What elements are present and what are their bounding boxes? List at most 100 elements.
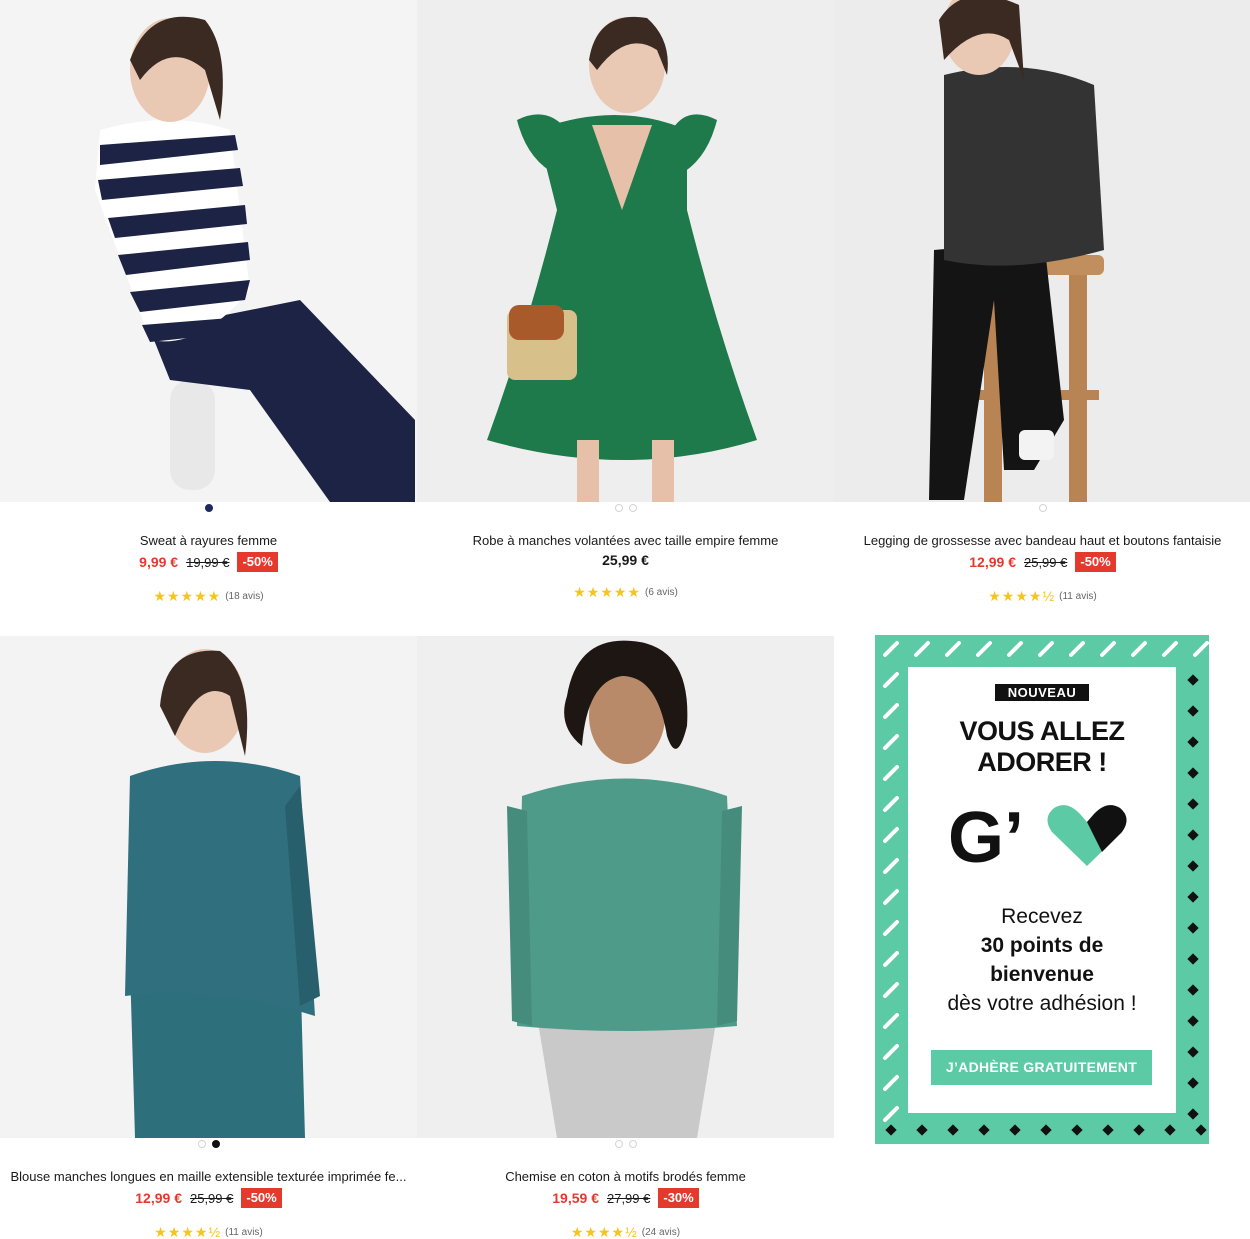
original-price: 27,99 € bbox=[606, 1190, 651, 1206]
carousel-dot[interactable] bbox=[628, 504, 637, 512]
original-price: 25,99 € bbox=[189, 1190, 234, 1206]
sale-price: 12,99 € bbox=[969, 554, 1016, 570]
image-carousel-dots[interactable] bbox=[0, 504, 417, 514]
pattern-dash bbox=[883, 672, 899, 688]
product-card-3[interactable]: Legging de grossesse avec bandeau haut e… bbox=[834, 0, 1250, 604]
new-tag: NOUVEAU bbox=[994, 684, 1090, 701]
star-rating-icon: ★★★★★ bbox=[153, 588, 222, 604]
carousel-dot[interactable] bbox=[211, 1140, 220, 1148]
rating-row: ★★★★½ (11 avis) bbox=[0, 1224, 417, 1239]
product-image-sweat[interactable] bbox=[0, 0, 417, 502]
image-carousel-dots[interactable] bbox=[834, 504, 1250, 514]
pattern-diamond bbox=[1133, 1124, 1145, 1136]
model-photo bbox=[0, 0, 417, 502]
image-carousel-dots[interactable] bbox=[417, 1140, 834, 1150]
pattern-dash bbox=[883, 889, 899, 905]
logo-text: G’ bbox=[948, 798, 1024, 876]
product-title[interactable]: Robe à manches volantées avec taille emp… bbox=[417, 533, 834, 548]
product-card-2[interactable]: Robe à manches volantées avec taille emp… bbox=[417, 0, 834, 600]
pattern-dash bbox=[883, 920, 899, 936]
rating-row: ★★★★★ (18 avis) bbox=[0, 588, 417, 605]
image-carousel-dots[interactable] bbox=[417, 504, 834, 514]
join-free-button[interactable]: J’ADHÈRE GRATUITEMENT bbox=[931, 1050, 1152, 1085]
pattern-diamond bbox=[885, 1124, 897, 1136]
star-rating-icon: ★★★★½ bbox=[988, 588, 1056, 604]
carousel-dot[interactable] bbox=[614, 1140, 623, 1148]
brand-logo-icon: G’ bbox=[948, 798, 1127, 878]
pattern-diamond bbox=[1164, 1124, 1176, 1136]
pattern-diamond bbox=[978, 1124, 990, 1136]
product-title[interactable]: Blouse manches longues en maille extensi… bbox=[0, 1169, 417, 1184]
discount-badge: -50% bbox=[241, 1188, 282, 1208]
model-photo bbox=[834, 0, 1250, 502]
promo-text-line: Recevez bbox=[1001, 905, 1083, 928]
price-row: 9,99 € 19,99 € -50% bbox=[0, 552, 417, 572]
review-count: (6 avis) bbox=[644, 587, 678, 598]
pattern-diamond bbox=[1187, 736, 1199, 748]
review-count: (11 avis) bbox=[225, 1227, 263, 1238]
carousel-dot[interactable] bbox=[204, 504, 213, 512]
product-title[interactable]: Sweat à rayures femme bbox=[0, 533, 417, 548]
pattern-dash bbox=[883, 1075, 899, 1091]
pattern-diamond bbox=[1187, 1077, 1199, 1089]
pattern-dash bbox=[883, 982, 899, 998]
pattern-diamond bbox=[1187, 922, 1199, 934]
discount-badge: -50% bbox=[1075, 552, 1116, 572]
product-card-1[interactable]: Sweat à rayures femme 9,99 € 19,99 € -50… bbox=[0, 0, 417, 604]
star-rating-icon: ★★★★★ bbox=[573, 584, 641, 600]
pattern-dash bbox=[883, 827, 899, 843]
price-row: 25,99 € bbox=[417, 550, 834, 570]
star-rating-icon: ★★★★½ bbox=[570, 1224, 638, 1239]
promo-text-line: bienvenue bbox=[990, 963, 1094, 986]
product-image-legging[interactable] bbox=[834, 0, 1250, 502]
discount-badge: -50% bbox=[237, 552, 278, 572]
rating-row: ★★★★★ (6 avis) bbox=[417, 584, 834, 601]
pattern-diamond bbox=[1195, 1124, 1207, 1136]
product-image-blouse[interactable] bbox=[0, 636, 417, 1138]
rating-row: ★★★★½ (11 avis) bbox=[834, 588, 1250, 605]
promo-text-line: dès votre adhésion ! bbox=[947, 992, 1137, 1015]
product-title[interactable]: Legging de grossesse avec bandeau haut e… bbox=[834, 533, 1250, 548]
image-carousel-dots[interactable] bbox=[0, 1140, 417, 1150]
sale-price: 9,99 € bbox=[139, 554, 179, 570]
model-photo bbox=[417, 636, 834, 1138]
carousel-dot[interactable] bbox=[1038, 504, 1047, 512]
original-price: 19,99 € bbox=[186, 554, 230, 570]
pattern-dash bbox=[883, 796, 899, 812]
product-image-chemise[interactable] bbox=[417, 636, 834, 1138]
pattern-dash bbox=[883, 858, 899, 874]
pattern-diamond bbox=[1187, 860, 1199, 872]
pattern-dash bbox=[1038, 641, 1054, 657]
product-image-robe[interactable] bbox=[417, 0, 834, 502]
pattern-diamond bbox=[1187, 1046, 1199, 1058]
carousel-dot[interactable] bbox=[628, 1140, 637, 1148]
pattern-dash bbox=[883, 641, 899, 657]
review-count: (11 avis) bbox=[1059, 591, 1097, 602]
headline-line: VOUS ALLEZ bbox=[959, 716, 1125, 746]
pattern-diamond bbox=[1102, 1124, 1114, 1136]
product-title[interactable]: Chemise en coton à motifs brodés femme bbox=[417, 1169, 834, 1184]
star-rating-icon: ★★★★½ bbox=[154, 1224, 222, 1239]
product-card-4[interactable]: Blouse manches longues en maille extensi… bbox=[0, 636, 417, 1239]
product-card-5[interactable]: Chemise en coton à motifs brodés femme 1… bbox=[417, 636, 834, 1239]
review-count: (18 avis) bbox=[225, 591, 264, 602]
pattern-diamond bbox=[1187, 829, 1199, 841]
pattern-diamond bbox=[1187, 891, 1199, 903]
price-row: 12,99 € 25,99 € -50% bbox=[834, 552, 1250, 572]
carousel-dot[interactable] bbox=[614, 504, 623, 512]
pattern-diamond bbox=[1187, 1108, 1199, 1120]
carousel-dot[interactable] bbox=[197, 1140, 206, 1148]
pattern-diamond bbox=[916, 1124, 928, 1136]
pattern-diamond bbox=[1187, 705, 1199, 717]
pattern-dash bbox=[883, 1106, 899, 1122]
pattern-dash bbox=[883, 703, 899, 719]
pattern-diamond bbox=[1040, 1124, 1052, 1136]
model-photo bbox=[0, 636, 417, 1138]
loyalty-promo-banner[interactable]: NOUVEAU VOUS ALLEZ ADORER ! G’ Recevez 3… bbox=[875, 635, 1209, 1144]
pattern-diamond bbox=[1187, 984, 1199, 996]
pattern-diamond bbox=[1187, 798, 1199, 810]
pattern-dash bbox=[914, 641, 930, 657]
pattern-dash bbox=[883, 1044, 899, 1060]
pattern-dash bbox=[883, 951, 899, 967]
rating-row: ★★★★½ (24 avis) bbox=[417, 1224, 834, 1239]
